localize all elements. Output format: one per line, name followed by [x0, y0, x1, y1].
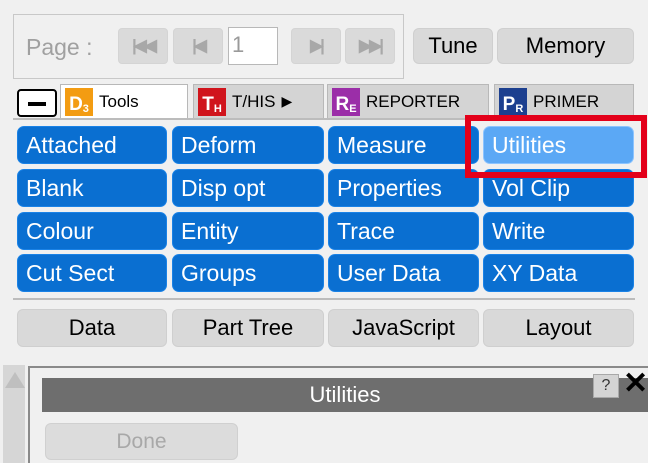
- user-data-button[interactable]: User Data: [328, 254, 479, 292]
- blank-button[interactable]: Blank: [17, 169, 167, 207]
- utilities-button[interactable]: Utilities: [483, 126, 634, 164]
- vol-clip-button[interactable]: Vol Clip: [483, 169, 634, 207]
- memory-button[interactable]: Memory: [497, 28, 634, 64]
- data-button[interactable]: Data: [17, 309, 167, 347]
- help-button[interactable]: ?: [593, 374, 619, 398]
- d3-logo-icon: D3: [65, 87, 93, 116]
- close-icon[interactable]: ✕: [623, 369, 648, 399]
- tab-this[interactable]: TH T/HIS ▶: [193, 84, 324, 118]
- tune-button[interactable]: Tune: [413, 28, 493, 64]
- tab-primer[interactable]: PR PRIMER: [494, 84, 634, 118]
- next-page-icon: ▶|: [310, 36, 325, 55]
- properties-button[interactable]: Properties: [328, 169, 479, 207]
- last-page-button[interactable]: ▶▶|: [345, 28, 395, 64]
- tab-reporter[interactable]: RE REPORTER: [327, 84, 489, 118]
- tab-reporter-label: REPORTER: [366, 91, 461, 111]
- tab-tools-label: Tools: [99, 91, 139, 111]
- attached-button[interactable]: Attached: [17, 126, 167, 164]
- tab-primer-label: PRIMER: [533, 91, 600, 111]
- first-page-button[interactable]: |◀◀: [118, 28, 168, 64]
- first-page-icon: |◀◀: [132, 36, 157, 55]
- layout-button[interactable]: Layout: [483, 309, 634, 347]
- primer-logo-icon: PR: [499, 87, 527, 116]
- this-logo-icon: TH: [198, 87, 226, 116]
- write-button[interactable]: Write: [483, 212, 634, 250]
- javascript-button[interactable]: JavaScript: [328, 309, 479, 347]
- page-number-input[interactable]: 1: [228, 27, 278, 65]
- xy-data-button[interactable]: XY Data: [483, 254, 634, 292]
- play-arrow-icon: ▶: [281, 93, 293, 109]
- utilities-window-title: Utilities: [42, 378, 648, 412]
- measure-button[interactable]: Measure: [328, 126, 479, 164]
- next-page-button[interactable]: ▶|: [291, 28, 341, 64]
- prev-page-icon: |◀: [192, 36, 207, 55]
- tab-divider: [13, 118, 635, 120]
- scroll-up-icon[interactable]: [5, 372, 25, 388]
- entity-button[interactable]: Entity: [172, 212, 324, 250]
- tab-this-label: T/HIS: [232, 91, 276, 111]
- trace-button[interactable]: Trace: [328, 212, 479, 250]
- prev-page-button[interactable]: |◀: [173, 28, 223, 64]
- groups-button[interactable]: Groups: [172, 254, 324, 292]
- grid-divider: [13, 298, 635, 300]
- reporter-logo-icon: RE: [332, 87, 360, 116]
- tab-tools[interactable]: D3 Tools: [60, 84, 188, 118]
- deform-button[interactable]: Deform: [172, 126, 324, 164]
- collapse-minus-button[interactable]: [17, 89, 57, 117]
- colour-button[interactable]: Colour: [17, 212, 167, 250]
- page-label: Page :: [26, 34, 93, 60]
- disp-opt-button[interactable]: Disp opt: [172, 169, 324, 207]
- last-page-icon: ▶▶|: [359, 36, 384, 55]
- part-tree-button[interactable]: Part Tree: [172, 309, 324, 347]
- cut-sect-button[interactable]: Cut Sect: [17, 254, 167, 292]
- done-button[interactable]: Done: [45, 423, 238, 460]
